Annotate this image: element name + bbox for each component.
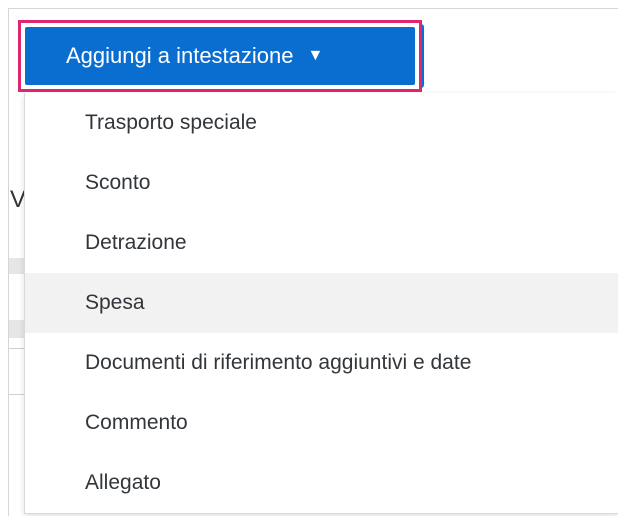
menu-item-label: Detrazione [85, 231, 187, 254]
menu-item-allegato[interactable]: Allegato [25, 453, 618, 513]
background-table-row [9, 320, 25, 338]
menu-item-documenti-riferimento[interactable]: Documenti di riferimento aggiuntivi e da… [25, 333, 618, 393]
menu-item-label: Trasporto speciale [85, 111, 257, 134]
menu-item-detrazione[interactable]: Detrazione [25, 213, 618, 273]
menu-item-label: Sconto [85, 171, 151, 194]
menu-item-label: Commento [85, 411, 188, 434]
menu-item-spesa[interactable]: Spesa [25, 273, 618, 333]
background-divider [9, 348, 25, 349]
highlight-outline: Aggiungi a intestazione ▼ [18, 20, 422, 92]
add-to-header-button[interactable]: Aggiungi a intestazione ▼ [25, 27, 415, 85]
add-to-header-button-label: Aggiungi a intestazione [66, 43, 294, 68]
menu-item-sconto[interactable]: Sconto [25, 153, 618, 213]
caret-down-icon: ▼ [307, 47, 324, 64]
menu-item-label: Documenti di riferimento aggiuntivi e da… [85, 351, 472, 374]
menu-item-trasporto-speciale[interactable]: Trasporto speciale [25, 93, 618, 153]
add-to-header-menu: Trasporto speciale Sconto Detrazione Spe… [24, 93, 618, 514]
menu-item-commento[interactable]: Commento [25, 393, 618, 453]
menu-item-label: Allegato [85, 471, 161, 494]
background-divider [9, 394, 25, 395]
page-border-top [8, 8, 618, 9]
background-table-header [9, 258, 25, 274]
menu-item-label: Spesa [85, 291, 145, 314]
